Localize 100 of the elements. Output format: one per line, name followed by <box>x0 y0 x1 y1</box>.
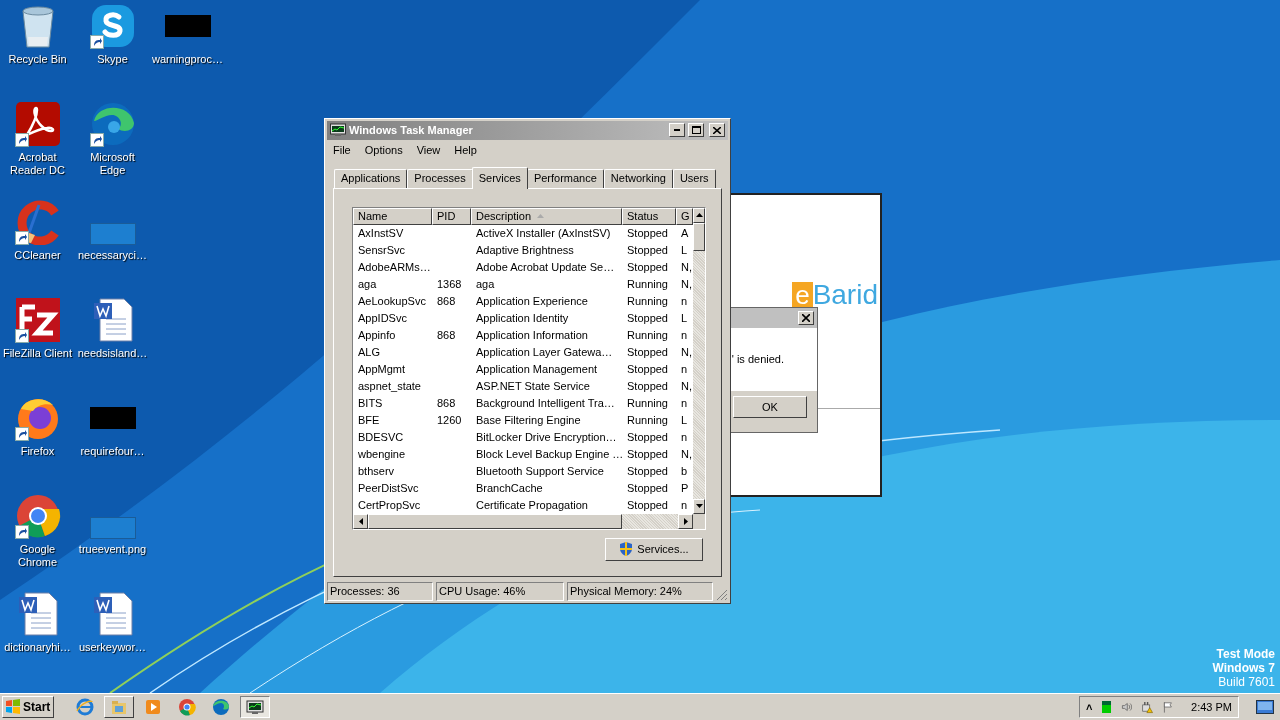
desktop-icon-label[interactable]: Firefox <box>19 445 56 458</box>
task-manager-icon[interactable] <box>246 698 264 716</box>
vertical-scrollbar[interactable] <box>693 207 705 514</box>
column-header[interactable]: Status <box>622 207 676 225</box>
media-player-icon[interactable] <box>144 698 162 716</box>
table-cell: Running <box>627 396 668 409</box>
network-warning-icon[interactable] <box>1142 699 1154 715</box>
minimize-icon <box>674 129 680 132</box>
table-cell: ActiveX Installer (AxInstSV) <box>476 226 611 239</box>
desktop-icon-label[interactable]: warningproc… <box>151 53 224 66</box>
table-cell: N, <box>681 260 692 273</box>
desktop-icon-label[interactable]: Acrobat Reader DC <box>0 151 75 177</box>
desktop-icon-label[interactable]: trueevent.png <box>77 543 148 556</box>
table-cell: SensrSvc <box>358 243 406 256</box>
menu-item[interactable]: Help <box>447 141 484 159</box>
logo-text: Barid <box>812 282 878 308</box>
table-cell: Stopped <box>627 362 668 375</box>
minimize-button[interactable] <box>669 123 685 138</box>
table-cell: Appinfo <box>358 328 396 341</box>
table-cell: N, <box>681 345 692 358</box>
tab[interactable]: Services <box>471 166 528 189</box>
table-cell: L <box>681 243 688 256</box>
desktop-icon-label[interactable]: Microsoft Edge <box>75 151 150 177</box>
chrome-icon[interactable] <box>178 698 196 716</box>
speaker-icon[interactable] <box>1120 700 1133 714</box>
tab[interactable]: Applications <box>334 168 408 188</box>
menu-item[interactable]: Options <box>357 141 410 159</box>
column-header-label: PID <box>437 208 456 224</box>
table-cell: BranchCache <box>476 481 543 494</box>
table-cell: BitLocker Drive Encryption… <box>476 430 617 443</box>
table-cell: n <box>681 362 688 375</box>
close-icon <box>713 126 721 134</box>
desktop-icon-label[interactable]: requirefour… <box>79 445 146 458</box>
edge-icon[interactable] <box>212 698 230 716</box>
tab[interactable]: Processes <box>407 168 473 188</box>
desktop-icon-label[interactable]: needsisland… <box>76 347 149 360</box>
services-button[interactable]: Services... <box>605 537 703 561</box>
menu-item[interactable]: File <box>327 141 358 159</box>
status-bar-text: CPU Usage: 46% <box>436 582 564 601</box>
tab[interactable]: Networking <box>603 168 673 188</box>
table-cell: Block Level Backup Engine … <box>476 447 622 460</box>
column-header[interactable]: G <box>676 207 693 225</box>
table-cell: Running <box>627 328 668 341</box>
desktop-icon-label[interactable]: dictionaryhi… <box>3 641 72 654</box>
table-cell: Stopped <box>627 447 668 460</box>
table-cell: Application Experience <box>476 294 588 307</box>
close-button[interactable] <box>709 123 725 138</box>
menu-item[interactable]: View <box>409 141 448 159</box>
table-cell: Application Layer Gatewa… <box>476 345 613 358</box>
table-cell: n <box>681 396 688 409</box>
show-hidden-icons-button[interactable]: ˄ <box>1086 698 1093 716</box>
column-header[interactable]: Name <box>353 207 432 225</box>
internet-explorer-icon[interactable] <box>76 698 94 716</box>
down-arrow-icon <box>695 504 703 509</box>
table-cell: Adaptive Brightness <box>476 243 574 256</box>
desktop-icon-label[interactable]: CCleaner <box>13 249 62 262</box>
table-cell: n <box>681 430 688 443</box>
scrollbar-thumb[interactable] <box>368 513 622 529</box>
table-cell: Application Management <box>476 362 598 375</box>
table-cell: AdobeARMs… <box>358 260 431 273</box>
column-header[interactable]: Description <box>471 207 622 225</box>
maximize-button[interactable] <box>688 123 704 138</box>
table-cell: 868 <box>437 294 456 307</box>
table-cell: P <box>681 481 689 494</box>
table-cell: Adobe Acrobat Update Se… <box>476 260 615 273</box>
table-cell: N, <box>681 379 692 392</box>
desktop-icon-label[interactable]: FileZilla Client <box>1 347 74 360</box>
table-cell: Base Filtering Engine <box>476 413 581 426</box>
column-header-label: Name <box>358 208 388 224</box>
table-cell: L <box>681 311 688 324</box>
desktop-icon-label[interactable]: Google Chrome <box>0 543 75 569</box>
table-cell: 868 <box>437 396 456 409</box>
show-desktop-icon[interactable] <box>1256 700 1274 714</box>
table-cell: 1368 <box>437 277 462 290</box>
table-cell: Stopped <box>627 260 668 273</box>
column-header[interactable]: PID <box>432 207 471 225</box>
tab[interactable]: Performance <box>526 168 604 188</box>
table-cell: AxInstSV <box>358 226 404 239</box>
column-header-label: Status <box>627 208 659 224</box>
taskbar-button[interactable] <box>240 696 270 718</box>
table-cell: n <box>681 328 688 341</box>
meter-icon[interactable] <box>1102 701 1111 713</box>
desktop-icon-label[interactable]: Skype <box>96 53 129 66</box>
task-manager-icon <box>330 123 346 138</box>
start-button[interactable]: Start <box>2 696 54 718</box>
flag-icon[interactable] <box>1163 699 1174 715</box>
windows-logo-icon <box>5 699 21 715</box>
horizontal-scrollbar[interactable] <box>353 513 705 529</box>
table-cell: A <box>681 226 689 239</box>
left-arrow-icon <box>358 517 363 525</box>
ok-button[interactable]: OK <box>733 396 807 418</box>
scrollbar-thumb[interactable] <box>693 222 705 251</box>
close-button[interactable] <box>798 311 814 325</box>
desktop-icon-label[interactable]: necessaryci… <box>76 249 149 262</box>
clock[interactable]: 2:43 PM <box>1191 698 1232 716</box>
table-cell: Background Intelligent Tra… <box>476 396 615 409</box>
tab[interactable]: Users <box>672 168 716 188</box>
desktop-icon-label[interactable]: Recycle Bin <box>7 53 68 66</box>
desktop-icon-label[interactable]: userkeywor… <box>77 641 148 654</box>
close-icon <box>802 314 810 322</box>
